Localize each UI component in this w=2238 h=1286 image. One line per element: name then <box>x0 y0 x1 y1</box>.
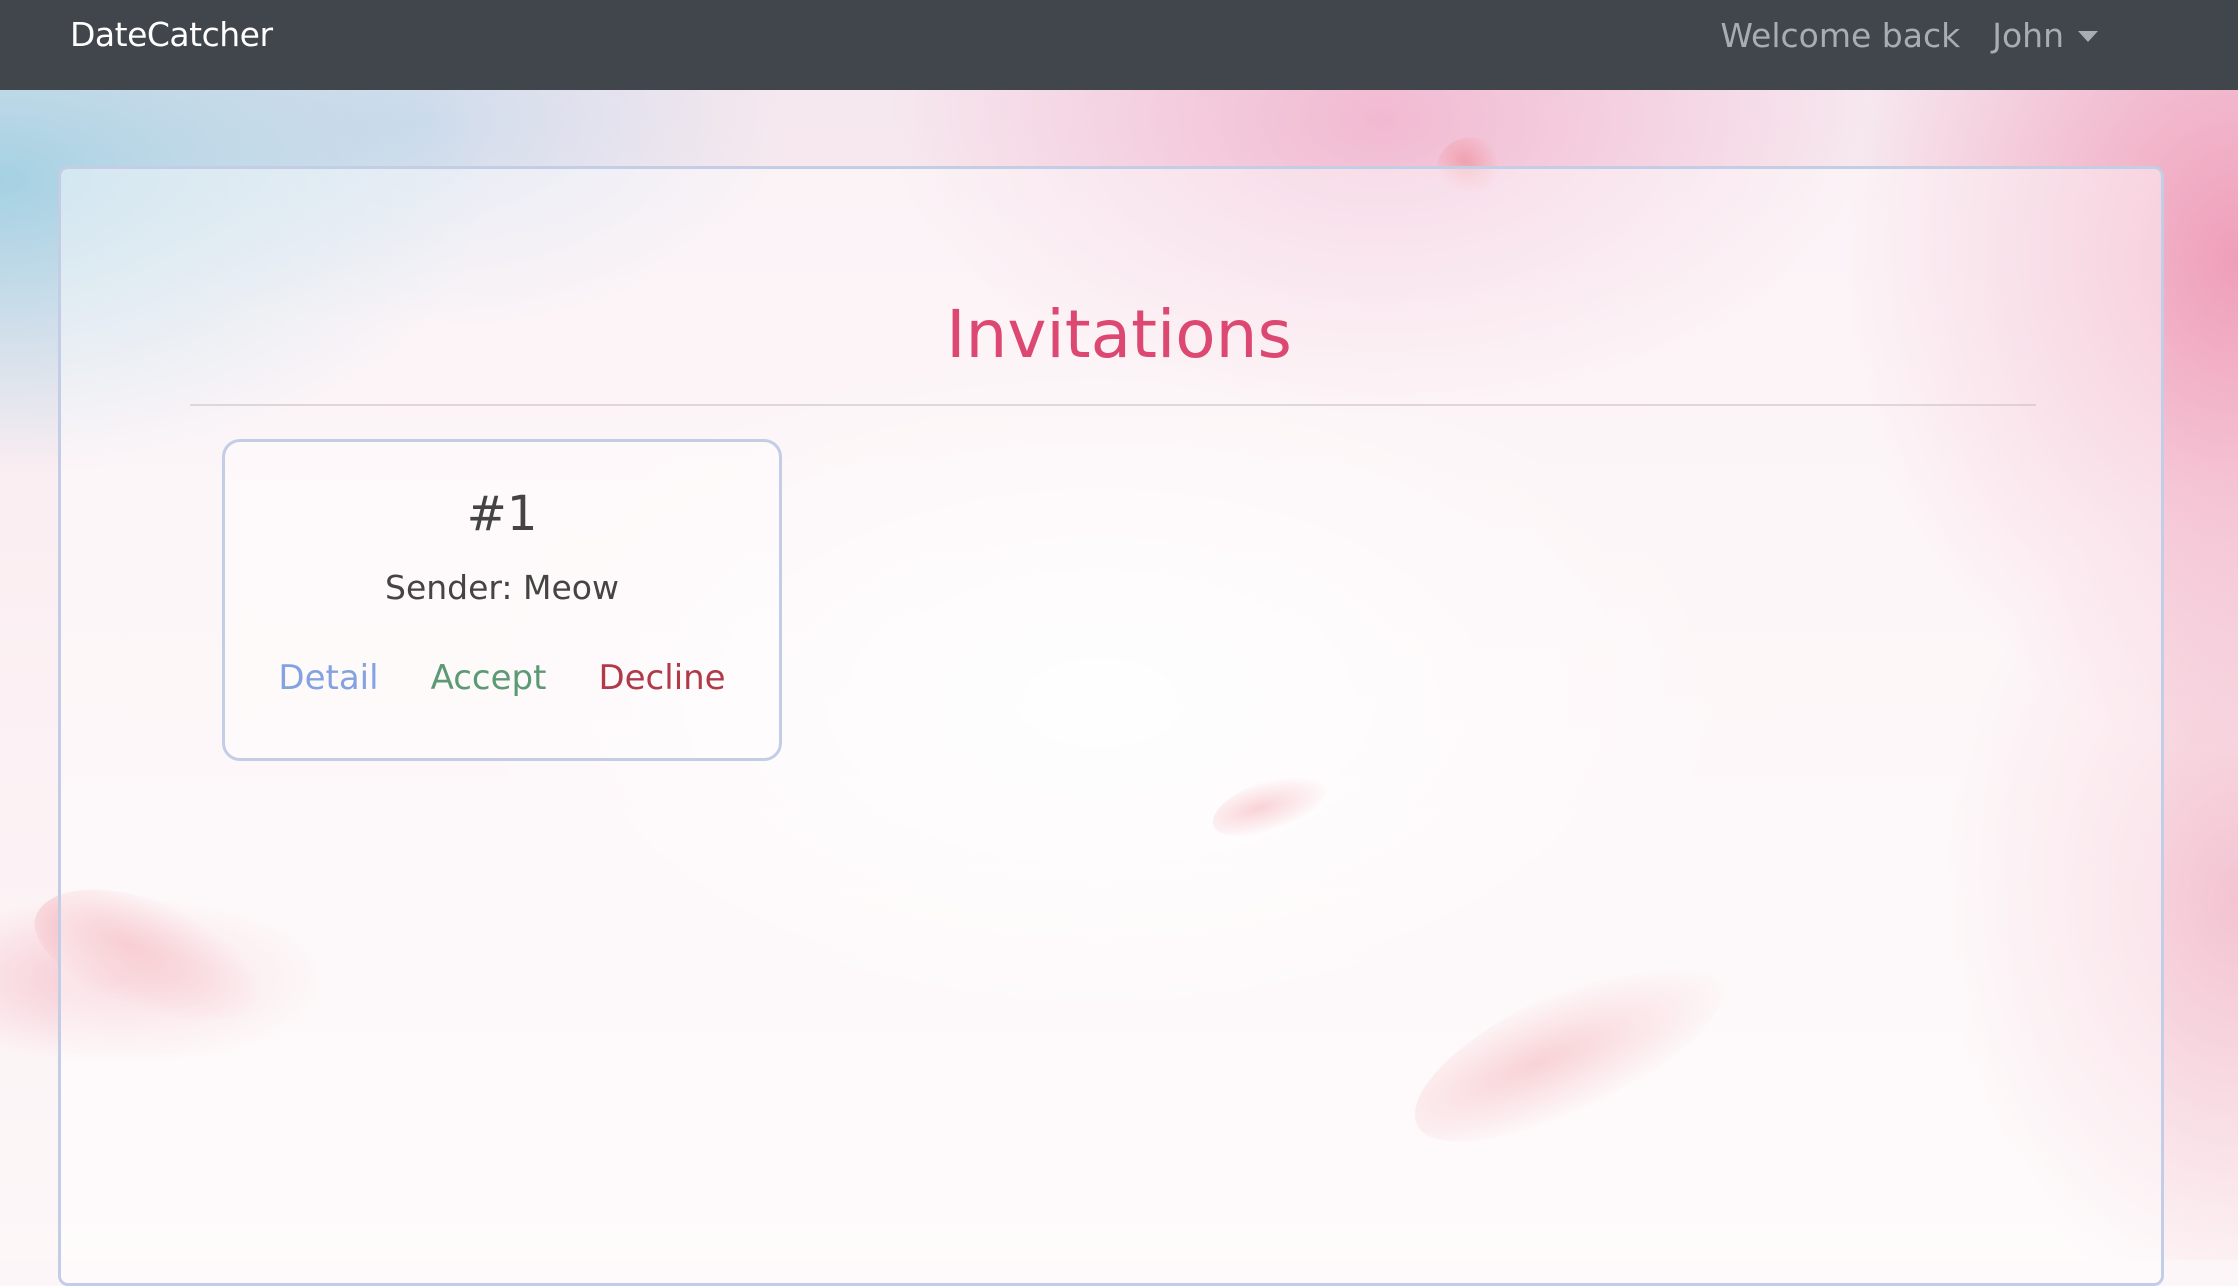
title-divider <box>190 404 2036 406</box>
invitation-card: #1 Sender: Meow Detail Accept Decline <box>222 439 782 761</box>
user-dropdown-toggle[interactable]: John <box>1992 16 2098 55</box>
user-menu: Welcome back John <box>1720 0 2098 70</box>
welcome-text: Welcome back <box>1720 15 1961 55</box>
accept-link[interactable]: Accept <box>431 658 547 698</box>
invitation-sender: Sender: Meow <box>385 568 619 607</box>
brand-logo[interactable]: DateCatcher <box>70 0 273 70</box>
detail-link[interactable]: Detail <box>278 658 378 698</box>
caret-down-icon <box>2078 31 2098 42</box>
invitation-number: #1 <box>466 486 538 542</box>
top-navbar: DateCatcher Welcome back John <box>0 0 2238 90</box>
page-title: Invitations <box>946 296 1292 373</box>
invitation-actions: Detail Accept Decline <box>225 658 779 698</box>
user-name: John <box>1992 15 2064 55</box>
decline-link[interactable]: Decline <box>598 658 725 698</box>
